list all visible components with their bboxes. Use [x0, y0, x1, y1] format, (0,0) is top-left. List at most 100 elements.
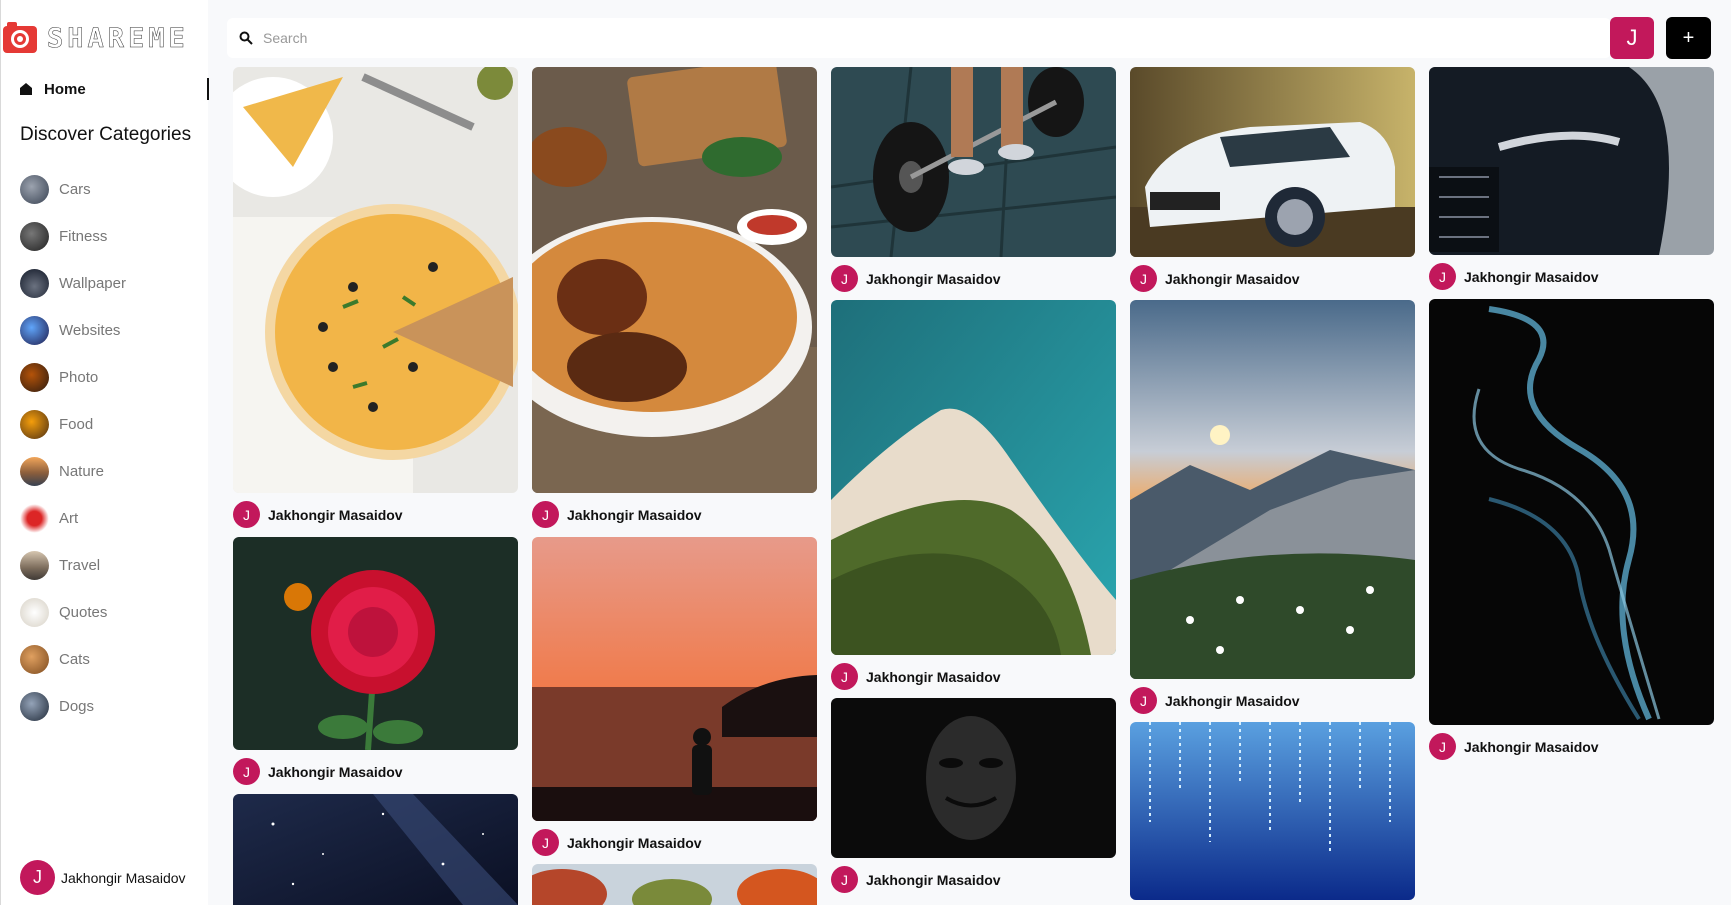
logo[interactable]: SHAREME	[3, 20, 189, 56]
pin-image-biryani[interactable]	[532, 67, 817, 493]
autumn-trees-image	[532, 864, 817, 905]
nav-home[interactable]: Home	[20, 78, 209, 100]
pin-image-beach-aerial[interactable]	[831, 300, 1116, 655]
pin-card[interactable]: J Jakhongir Masaidov	[831, 698, 1116, 893]
red-flower-image	[233, 537, 518, 750]
pin-author[interactable]: J Jakhongir Masaidov	[831, 265, 1116, 292]
category-thumbnail	[20, 457, 49, 486]
avatar: J	[831, 866, 858, 893]
pin-image-smoke[interactable]	[1429, 299, 1714, 725]
sidebar-user-profile[interactable]: J Jakhongir Masaidov	[20, 860, 186, 895]
category-item-photo[interactable]: Photo	[20, 354, 126, 401]
pin-card[interactable]: J Jakhongir Masaidov	[831, 67, 1116, 292]
avatar: J	[233, 501, 260, 528]
pin-author[interactable]: J Jakhongir Masaidov	[1130, 687, 1415, 714]
pin-card[interactable]: J Jakhongir Masaidov	[1429, 299, 1714, 760]
pin-card[interactable]: J Jakhongir Masaidov	[532, 67, 817, 528]
search-input[interactable]	[263, 30, 863, 46]
logo-text: SHAREME	[47, 22, 189, 54]
sidebar: SHAREME Home Discover Categories Cars Fi…	[0, 0, 209, 905]
category-thumbnail	[20, 692, 49, 721]
pin-image-milky-way[interactable]	[233, 794, 518, 905]
search-icon	[239, 31, 253, 45]
category-item-dogs[interactable]: Dogs	[20, 683, 126, 730]
category-item-art[interactable]: Art	[20, 495, 126, 542]
category-item-fitness[interactable]: Fitness	[20, 213, 126, 260]
category-label: Travel	[59, 557, 101, 574]
search-bar	[227, 18, 1611, 58]
pin-image-autumn-trees[interactable]	[532, 864, 817, 905]
pin-image-binary-code[interactable]	[1130, 722, 1415, 900]
category-thumbnail	[20, 175, 49, 204]
category-item-cats[interactable]: Cats	[20, 636, 126, 683]
pin-image-mountain-sunset[interactable]	[1130, 300, 1415, 679]
category-thumbnail	[20, 504, 49, 533]
category-item-quotes[interactable]: Quotes	[20, 589, 126, 636]
pin-author-name: Jakhongir Masaidov	[268, 506, 403, 523]
pin-author-name: Jakhongir Masaidov	[1165, 270, 1300, 287]
pin-card[interactable]: J Jakhongir Masaidov	[233, 537, 518, 785]
category-label: Quotes	[59, 604, 108, 621]
pin-image-barbell[interactable]	[831, 67, 1116, 257]
pin-card[interactable]: J Jakhongir Masaidov	[1130, 300, 1415, 714]
pin-author-name: Jakhongir Masaidov	[866, 270, 1001, 287]
discover-categories-title: Discover Categories	[20, 124, 192, 145]
category-list: Cars Fitness Wallpaper Websites Photo Fo…	[20, 166, 126, 730]
pin-image-sea-sunset[interactable]	[532, 537, 817, 821]
category-item-nature[interactable]: Nature	[20, 448, 126, 495]
category-item-cars[interactable]: Cars	[20, 166, 126, 213]
mask-image	[831, 698, 1116, 858]
pin-author-name: Jakhongir Masaidov	[1165, 692, 1300, 709]
pin-author-name: Jakhongir Masaidov	[866, 871, 1001, 888]
avatar: J	[1130, 687, 1157, 714]
pin-author[interactable]: J Jakhongir Masaidov	[831, 663, 1116, 690]
pin-image-white-car[interactable]	[1130, 67, 1415, 257]
category-label: Cars	[59, 181, 91, 198]
pin-author[interactable]: J Jakhongir Masaidov	[1130, 265, 1415, 292]
pin-author[interactable]: J Jakhongir Masaidov	[1429, 733, 1714, 760]
pin-card[interactable]: J Jakhongir Masaidov	[1429, 67, 1714, 290]
category-thumbnail	[20, 363, 49, 392]
category-thumbnail	[20, 551, 49, 580]
category-label: Nature	[59, 463, 105, 480]
pin-card[interactable]: J Jakhongir Masaidov	[532, 537, 817, 856]
category-label: Dogs	[59, 698, 95, 715]
pin-card[interactable]: J Jakhongir Masaidov	[831, 300, 1116, 690]
category-thumbnail	[20, 269, 49, 298]
home-icon	[20, 83, 32, 95]
pin-author[interactable]: J Jakhongir Masaidov	[233, 501, 518, 528]
pin-author-name: Jakhongir Masaidov	[1464, 268, 1599, 285]
avatar: J	[1429, 263, 1456, 290]
pin-image-black-car[interactable]	[1429, 67, 1714, 255]
avatar: J	[233, 758, 260, 785]
category-label: Art	[59, 510, 79, 527]
pin-image-mask[interactable]	[831, 698, 1116, 858]
category-item-food[interactable]: Food	[20, 401, 126, 448]
app-root: SHAREME Home Discover Categories Cars Fi…	[0, 0, 1731, 905]
pin-author[interactable]: J Jakhongir Masaidov	[532, 501, 817, 528]
pin-card[interactable]	[1130, 722, 1415, 900]
pin-author-name: Jakhongir Masaidov	[1464, 738, 1599, 755]
pin-author-name: Jakhongir Masaidov	[866, 668, 1001, 685]
pin-image-pizza[interactable]	[233, 67, 518, 493]
avatar: J	[20, 860, 55, 895]
pin-author[interactable]: J Jakhongir Masaidov	[532, 829, 817, 856]
category-thumbnail	[20, 316, 49, 345]
pin-card[interactable]: J Jakhongir Masaidov	[233, 67, 518, 528]
pin-image-red-flower[interactable]	[233, 537, 518, 750]
milky-way-image	[233, 794, 518, 905]
pin-author[interactable]: J Jakhongir Masaidov	[1429, 263, 1714, 290]
white-car-image	[1130, 67, 1415, 257]
category-item-travel[interactable]: Travel	[20, 542, 126, 589]
create-pin-button[interactable]: +	[1666, 17, 1711, 59]
category-item-wallpaper[interactable]: Wallpaper	[20, 260, 126, 307]
category-item-websites[interactable]: Websites	[20, 307, 126, 354]
category-thumbnail	[20, 598, 49, 627]
category-label: Wallpaper	[59, 275, 126, 292]
user-profile-button[interactable]: J	[1610, 17, 1654, 59]
pin-author[interactable]: J Jakhongir Masaidov	[831, 866, 1116, 893]
pin-card[interactable]	[532, 864, 817, 905]
pin-card[interactable]: J Jakhongir Masaidov	[1130, 67, 1415, 292]
pin-author[interactable]: J Jakhongir Masaidov	[233, 758, 518, 785]
pin-card[interactable]	[233, 794, 518, 905]
